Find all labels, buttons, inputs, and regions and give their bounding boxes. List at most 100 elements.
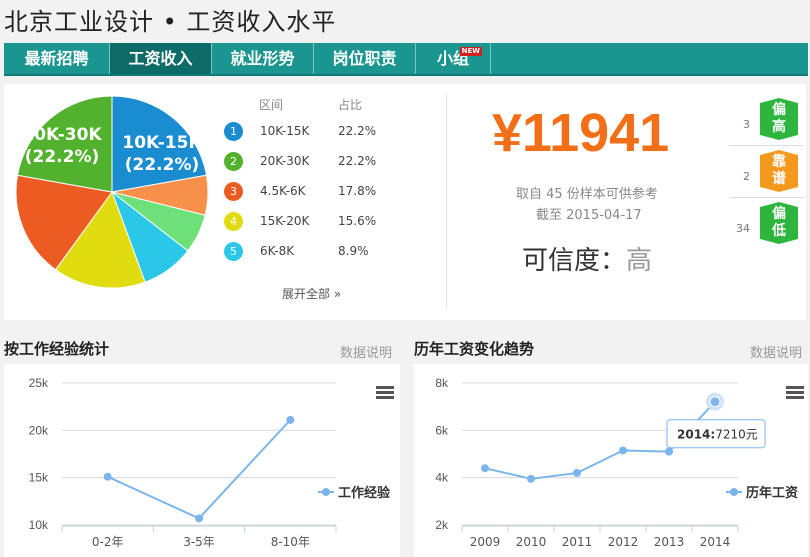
experience-data-note-link[interactable]: 数据说明 (340, 342, 392, 361)
distribution-row: 2 20K-30K 22.2% (224, 152, 384, 174)
tooltip-text: 2014:7210元 (677, 428, 758, 442)
data-point[interactable] (286, 415, 295, 424)
rank-badge: 5 (224, 242, 243, 261)
share-value: 22.2% (338, 154, 377, 168)
credibility-level: 高 (626, 246, 653, 276)
compare-divider (730, 145, 804, 146)
y-tick-label: 15k (29, 471, 49, 485)
rank-badge: 1 (224, 122, 243, 141)
menu-icon[interactable] (786, 386, 804, 400)
share-value: 22.2% (338, 124, 377, 138)
share-value: 15.6% (338, 214, 377, 228)
compare-count: 2 (743, 170, 750, 183)
pie-data-label: 20K-30K (22, 125, 102, 145)
compare-vote-button[interactable]: 偏低 (760, 202, 798, 244)
date-note: 截至 2015-04-17 (536, 208, 642, 223)
x-tick-label: 0-2年 (92, 535, 124, 549)
compare-count: 3 (743, 118, 750, 131)
tooltip-value: 7210元 (715, 428, 758, 442)
range-label: 10K-15K (260, 124, 310, 138)
credibility-label: 可信度： (522, 246, 627, 276)
nav-tab-label: 最新招聘 (24, 49, 89, 68)
range-label: 15K-20K (260, 214, 310, 228)
x-tick-label: 2012 (608, 535, 639, 549)
y-tick-label: 20k (29, 423, 49, 437)
nav-tab[interactable]: 工资收入 (110, 43, 212, 74)
y-tick-label: 2k (435, 518, 449, 532)
experience-section-title: 按工作经验统计 (4, 340, 110, 358)
data-point[interactable] (665, 447, 673, 456)
compare-vote-button[interactable]: 靠谱 (760, 150, 798, 192)
x-tick-label: 2011 (562, 535, 593, 549)
data-point[interactable] (573, 468, 581, 477)
nav-tab[interactable]: 岗位职责 (314, 43, 416, 74)
distribution-row: 5 6K-8K 8.9% (224, 242, 384, 264)
y-tick-label: 25k (29, 376, 49, 390)
nav-tab-label: 就业形势 (230, 49, 295, 68)
trend-data-note-link[interactable]: 数据说明 (750, 342, 802, 361)
rank-badge: 4 (224, 212, 243, 231)
range-label: 4.5K-6K (260, 184, 306, 198)
distribution-row: 1 10K-15K 22.2% (224, 122, 384, 144)
data-point[interactable] (527, 474, 535, 483)
experience-line-chart: 10k 15k 20k 25k 0-2年 3-5年 8-10年 工作经验 (29, 376, 391, 549)
experience-chart-panel: 10k 15k 20k 25k 0-2年 3-5年 8-10年 工作经验 (4, 364, 400, 557)
rank-badge: 3 (224, 182, 243, 201)
trend-section-title: 历年工资变化趋势 (414, 340, 535, 358)
sample-note: 取自 45 份样本可供参考 (516, 187, 658, 202)
legend-label[interactable]: 工作经验 (338, 485, 391, 501)
page-title: 北京工业设计 • 工资收入水平 (4, 8, 337, 36)
pie-data-label: 10K-15K (122, 133, 202, 153)
y-tick-label: 8k (435, 376, 449, 390)
y-tick-label: 6k (435, 423, 449, 437)
range-label: 20K-30K (260, 154, 310, 168)
legend-marker (322, 488, 330, 496)
distribution-row: 4 15K-20K 15.6% (224, 212, 384, 234)
nav-tab[interactable]: 就业形势 (212, 43, 314, 74)
pie-data-label: (22.2%) (25, 147, 100, 167)
data-point[interactable] (195, 514, 203, 523)
legend-header-share: 占比 (338, 98, 363, 112)
x-tick-label: 2010 (516, 535, 547, 549)
x-tick-label: 3-5年 (183, 535, 215, 549)
legend-label[interactable]: 历年工资 (746, 485, 798, 501)
data-point[interactable] (619, 446, 627, 455)
share-value: 8.9% (338, 244, 369, 258)
x-tick-label: 2009 (470, 535, 501, 549)
compare-count: 34 (736, 222, 750, 235)
x-tick-label: 2013 (654, 535, 685, 549)
nav-tab-label: 岗位职责 (332, 49, 397, 68)
menu-icon[interactable] (376, 386, 394, 400)
average-salary: ¥11941 (492, 103, 670, 163)
nav-tab-label: 工资收入 (128, 49, 193, 68)
trend-chart-panel: 2k 4k 6k 8k 2009 2010 2011 2012 2013 2014 历年工资 2014… (414, 364, 808, 557)
legend-header-range: 区间 (259, 98, 284, 112)
compare-divider (730, 197, 804, 198)
distribution-row: 3 4.5K-6K 17.8% (224, 182, 384, 204)
range-label: 6K-8K (260, 244, 295, 258)
credibility: 可信度：高 (522, 240, 652, 277)
tooltip-year: 2014: (677, 428, 715, 442)
pie-data-label: (22.2%) (125, 155, 200, 175)
salary-pie-chart: 20K-30K(22.2%)10K-15K(22.2%) (15, 95, 209, 289)
y-tick-label: 10k (29, 518, 49, 532)
x-tick-label: 8-10年 (271, 535, 310, 549)
data-point[interactable] (709, 396, 721, 408)
series-line (107, 419, 292, 520)
data-point[interactable] (103, 472, 112, 481)
expand-all-link[interactable]: 展开全部 » (282, 285, 341, 302)
x-tick-label: 2014 (700, 535, 731, 549)
nav-tab[interactable]: 最新招聘 (4, 43, 110, 74)
rank-badge: 2 (224, 152, 243, 171)
salary-overview-panel: 20K-30K (22.2%) 10K-15K (22.2%) 区间 占比 1 10K-… (4, 84, 806, 320)
trend-line-chart: 2k 4k 6k 8k 2009 2010 2011 2012 2013 2014 历年工资 2014… (435, 376, 798, 549)
share-value: 17.8% (338, 184, 377, 198)
panel-divider (446, 94, 447, 308)
compare-vote-button[interactable]: 偏高 (760, 98, 798, 140)
new-badge: NEW (459, 47, 482, 56)
nav-tab[interactable]: 小组 NEW (416, 43, 491, 74)
legend-marker (730, 488, 738, 496)
data-point[interactable] (481, 464, 489, 473)
main-nav: 最新招聘 工资收入 就业形势 岗位职责 小组 NEW (4, 43, 808, 76)
y-tick-label: 4k (435, 471, 449, 485)
